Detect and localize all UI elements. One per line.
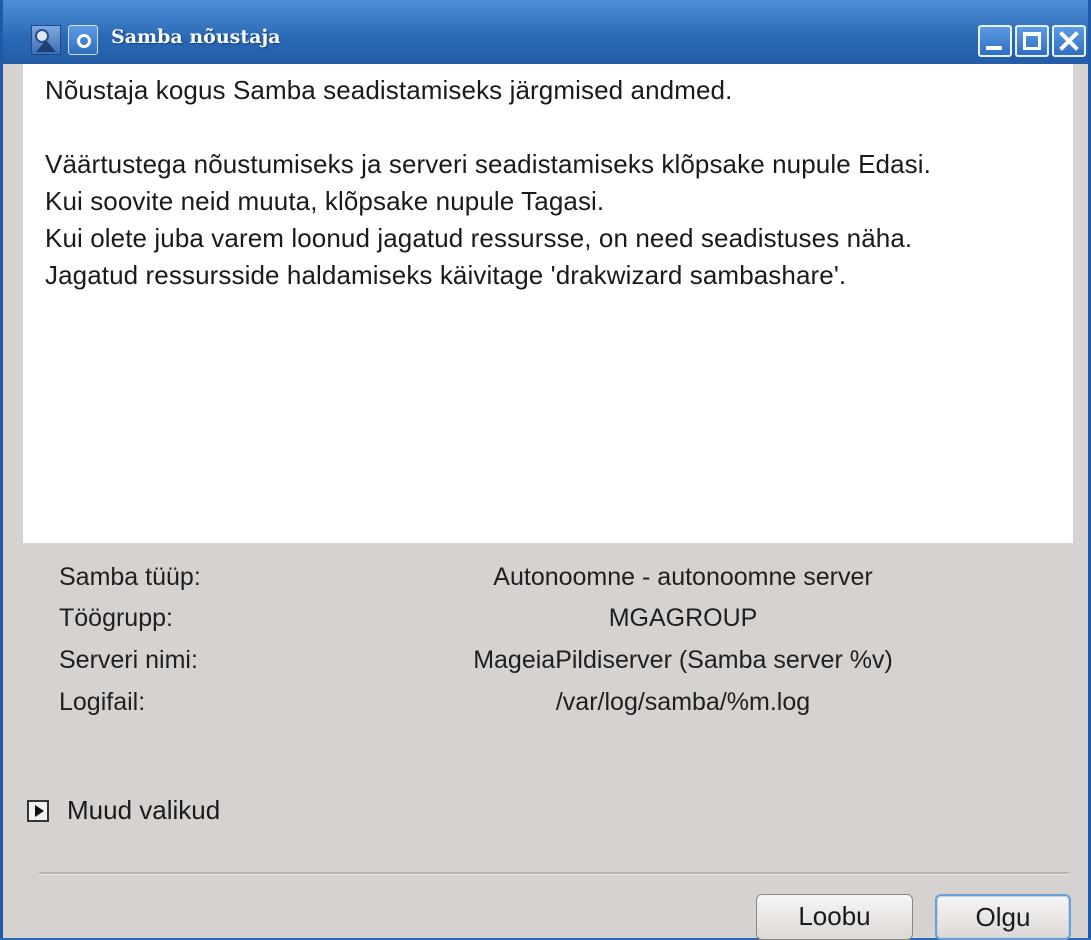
summary-row-server-name: Serveri nimi: MageiaPildiserver (Samba s… — [3, 646, 1088, 686]
summary-label: Logifail: — [59, 688, 146, 716]
intro-line-3: Kui soovite neid muuta, klõpsake nupule … — [45, 186, 605, 216]
window-title: Samba nõustaja — [111, 26, 281, 48]
summary-label: Samba tüüp: — [59, 563, 201, 591]
separator — [39, 872, 1069, 875]
summary-row-samba-type: Samba tüüp: Autonoomne - autonoomne serv… — [3, 563, 1088, 603]
ok-button[interactable]: Olgu — [935, 894, 1071, 940]
wizard-window: Samba nõustaja Nõustaja kogus Samba sead… — [0, 0, 1091, 940]
summary-value: Autonoomne - autonoomne server — [493, 563, 873, 591]
window-menu-button[interactable] — [68, 25, 98, 55]
summary-row-log-file: Logifail: /var/log/samba/%m.log — [3, 688, 1088, 728]
expander-label[interactable]: Muud valikud — [67, 795, 220, 826]
expand-arrow-icon[interactable] — [27, 800, 49, 822]
cancel-button[interactable]: Loobu — [756, 894, 913, 940]
minimize-button[interactable] — [978, 25, 1012, 57]
summary-row-workgroup: Töögrupp: MGAGROUP — [3, 604, 1088, 644]
intro-line-5: Jagatud ressursside haldamiseks käivitag… — [45, 260, 847, 290]
summary-label: Töögrupp: — [59, 604, 173, 632]
close-button[interactable] — [1052, 25, 1086, 57]
maximize-button[interactable] — [1015, 25, 1049, 57]
app-icon[interactable] — [31, 25, 61, 55]
summary-value: /var/log/samba/%m.log — [555, 688, 811, 716]
intro-line-2: Väärtustega nõustumiseks ja serveri sead… — [45, 149, 931, 179]
title-bar[interactable]: Samba nõustaja — [3, 0, 1088, 64]
intro-line-4: Kui olete juba varem loonud jagatud ress… — [45, 223, 913, 253]
intro-line-1: Nõustaja kogus Samba seadistamiseks järg… — [45, 75, 733, 105]
summary-value: MGAGROUP — [608, 604, 758, 632]
summary-value: MageiaPildiserver (Samba server %v) — [473, 646, 893, 674]
intro-text: Nõustaja kogus Samba seadistamiseks järg… — [45, 72, 1075, 294]
summary-label: Serveri nimi: — [59, 646, 198, 674]
intro-panel: Nõustaja kogus Samba seadistamiseks järg… — [23, 64, 1073, 543]
close-icon — [1059, 31, 1079, 51]
